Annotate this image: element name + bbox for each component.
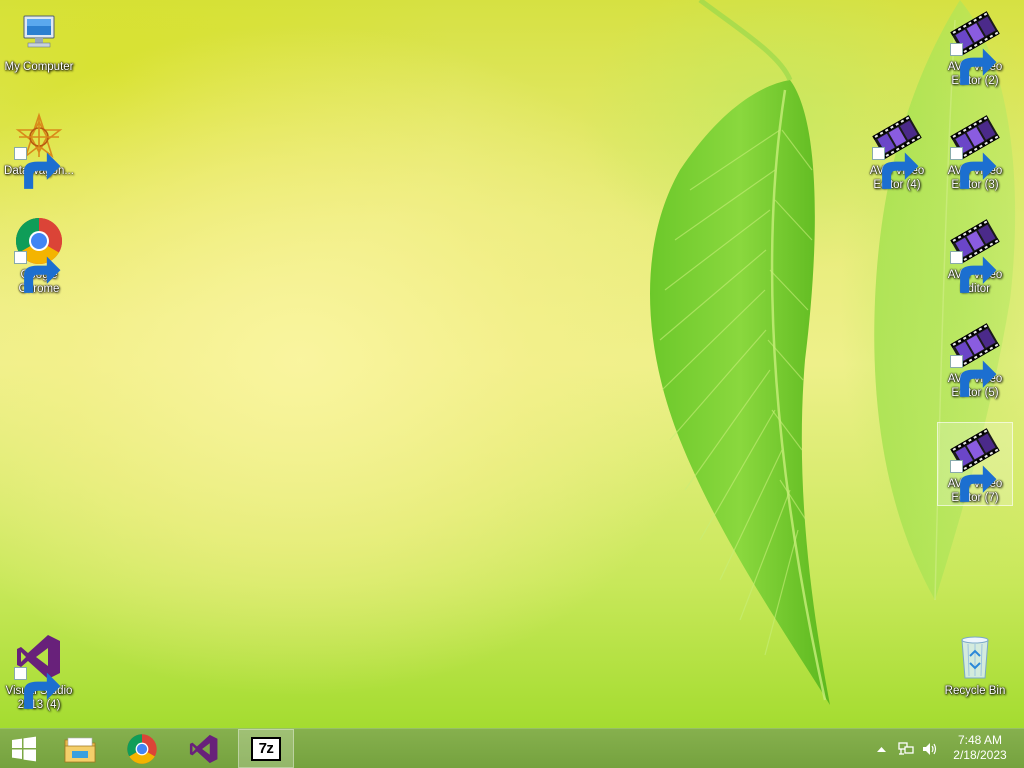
avs-video-editor-icon <box>872 112 922 189</box>
shortcut-arrow-icon <box>14 147 61 189</box>
start-button[interactable] <box>0 729 48 768</box>
show-hidden-icons-chevron-icon <box>876 746 886 752</box>
show-hidden-icons-button[interactable] <box>872 729 890 768</box>
desktop-icon-datawagon[interactable]: DataWagon... <box>1 106 77 206</box>
recycle-bin-icon <box>950 632 1000 682</box>
avs-video-editor-icon <box>950 425 1000 502</box>
avs-video-editor-icon <box>950 8 1000 85</box>
desktop-icon-avs-video-editor-3[interactable]: AVS Video Editor (3) <box>937 106 1013 206</box>
taskbar-chrome[interactable] <box>114 729 170 768</box>
desktop-icon-label: My Computer <box>4 61 74 73</box>
network-icon <box>898 741 914 755</box>
7zip-icon-text: 7z <box>258 740 274 757</box>
shortcut-arrow-icon <box>950 43 997 85</box>
clock-time: 7:48 AM <box>957 733 1003 747</box>
desktop-icon-avs-video-editor[interactable]: AVS Video Editor <box>937 210 1013 310</box>
shortcut-arrow-icon <box>950 355 997 397</box>
visual-studio-icon <box>14 632 64 709</box>
avs-video-editor-icon <box>950 112 1000 189</box>
desktop[interactable]: My Computer DataWagon... Google Chrome V… <box>0 0 1024 728</box>
avs-video-editor-icon <box>950 320 1000 397</box>
desktop-icon-google-chrome[interactable]: Google Chrome <box>1 210 77 310</box>
desktop-icon-avs-video-editor-4[interactable]: AVS Video Editor (4) <box>859 106 935 206</box>
computer-icon <box>14 8 64 58</box>
desktop-icon-avs-video-editor-2[interactable]: AVS Video Editor (2) <box>937 2 1013 102</box>
datawagon-icon <box>14 112 64 189</box>
desktop-icon-my-computer[interactable]: My Computer <box>1 2 77 102</box>
shortcut-arrow-icon <box>950 147 997 189</box>
taskbar: 7z 7:48 AM 2/18/2023 <box>0 728 1024 768</box>
clock-date: 2/18/2023 <box>953 748 1007 762</box>
shortcut-arrow-icon <box>14 251 61 293</box>
clock[interactable]: 7:48 AM 2/18/2023 <box>944 733 1016 763</box>
volume-tray-button[interactable] <box>920 729 940 768</box>
volume-icon <box>923 742 937 755</box>
taskbar-7zip[interactable]: 7z <box>238 729 294 768</box>
windows-start-icon <box>12 736 36 761</box>
network-tray-button[interactable] <box>896 729 916 768</box>
desktop-icon-recycle-bin[interactable]: Recycle Bin <box>937 626 1013 726</box>
chrome-icon <box>14 216 64 293</box>
file-explorer-icon <box>64 737 96 762</box>
chrome-icon <box>127 733 157 764</box>
taskbar-file-explorer[interactable] <box>52 729 108 768</box>
avs-video-editor-icon <box>950 216 1000 293</box>
shortcut-arrow-icon <box>950 460 997 502</box>
shortcut-arrow-icon <box>14 667 61 709</box>
desktop-icon-visual-studio[interactable]: Visual Studio 2013 (4) <box>1 626 77 726</box>
shortcut-arrow-icon <box>872 147 919 189</box>
7zip-icon: 7z <box>251 736 281 761</box>
shortcut-arrow-icon <box>950 251 997 293</box>
desktop-icon-avs-video-editor-5[interactable]: AVS Video Editor (5) <box>937 314 1013 414</box>
taskbar-visual-studio[interactable] <box>176 729 232 768</box>
visual-studio-icon <box>189 734 218 763</box>
desktop-icon-label: Recycle Bin <box>944 685 1006 697</box>
desktop-icon-avs-video-editor-7[interactable]: AVS Video Editor (7) <box>937 422 1013 506</box>
